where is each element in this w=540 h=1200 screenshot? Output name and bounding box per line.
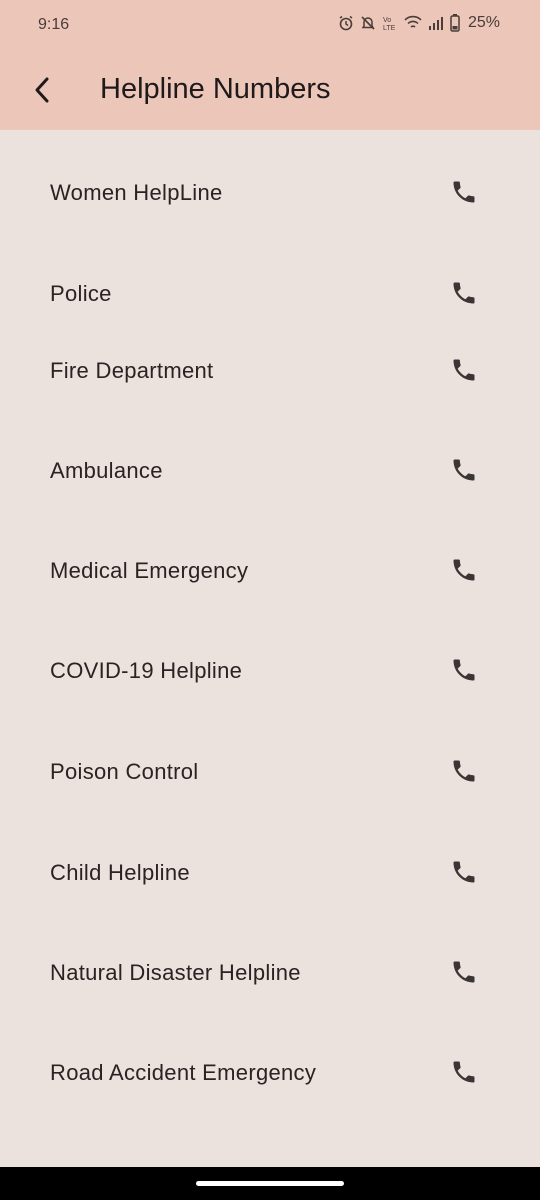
phone-icon[interactable] [450, 858, 478, 886]
phone-icon[interactable] [450, 556, 478, 584]
helpline-label: COVID-19 Helpline [50, 658, 243, 683]
phone-icon[interactable] [450, 178, 478, 206]
phone-icon[interactable] [450, 456, 478, 484]
wifi-icon [404, 15, 422, 31]
list-item-police[interactable]: Police [0, 263, 540, 323]
app-header: 9:16 Vo LTE 25% Helpline Numbers [0, 0, 540, 130]
list-item-natural-disaster-helpline[interactable]: Natural Disaster Helpline [0, 942, 540, 1002]
list-item-medical-emergency[interactable]: Medical Emergency [0, 540, 540, 600]
phone-icon[interactable] [450, 958, 478, 986]
helpline-label: Road Accident Emergency [50, 1060, 317, 1085]
list-item-ambulance[interactable]: Ambulance [0, 440, 540, 500]
battery-icon [450, 14, 460, 32]
status-bar: 9:16 Vo LTE 25% [0, 0, 540, 50]
list-item-child-helpline[interactable]: Child Helpline [0, 842, 540, 902]
helpline-label: Poison Control [50, 759, 199, 784]
phone-icon[interactable] [450, 356, 478, 384]
list-item-road-accident-emergency[interactable]: Road Accident Emergency [0, 1042, 540, 1102]
svg-text:LTE: LTE [383, 25, 396, 31]
chevron-left-icon [35, 77, 49, 103]
signal-icon [428, 15, 444, 31]
list-item-fire-department[interactable]: Fire Department [0, 340, 540, 400]
helpline-label: Child Helpline [50, 860, 190, 885]
helpline-list: Women HelpLine Police Fire Department Am… [0, 130, 540, 1167]
phone-icon[interactable] [450, 757, 478, 785]
page-title: Helpline Numbers [100, 73, 331, 105]
phone-icon[interactable] [450, 1058, 478, 1086]
svg-text:Vo: Vo [383, 17, 391, 24]
status-time: 9:16 [38, 16, 70, 33]
back-button[interactable] [22, 70, 62, 110]
helpline-label: Police [50, 281, 112, 306]
mute-icon [360, 15, 376, 31]
app-bar: Helpline Numbers [0, 60, 540, 120]
volte-icon: Vo LTE [382, 15, 398, 31]
phone-icon[interactable] [450, 656, 478, 684]
list-item-poison-control[interactable]: Poison Control [0, 741, 540, 801]
alarm-icon [338, 15, 354, 31]
list-item-women-helpline[interactable]: Women HelpLine [0, 162, 540, 222]
system-nav-bar [0, 1167, 540, 1200]
phone-icon[interactable] [450, 279, 478, 307]
home-gesture-handle[interactable] [196, 1181, 344, 1186]
battery-percent: 25% [467, 14, 500, 31]
helpline-label: Medical Emergency [50, 558, 249, 583]
helpline-label: Fire Department [50, 358, 214, 383]
helpline-label: Natural Disaster Helpline [50, 960, 301, 985]
helpline-label: Ambulance [50, 458, 163, 483]
status-icons: Vo LTE 25% [338, 14, 500, 32]
list-item-covid-helpline[interactable]: COVID-19 Helpline [0, 640, 540, 700]
helpline-label: Women HelpLine [50, 180, 223, 205]
